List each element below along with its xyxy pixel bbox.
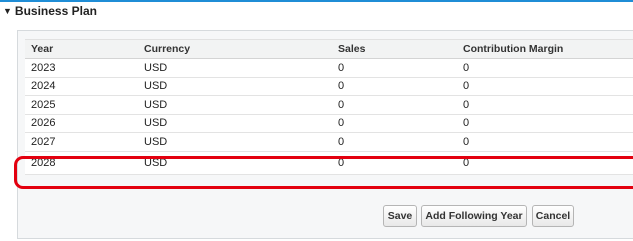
cell-year: 2026 [25, 114, 138, 133]
button-bar: Save Add Following Year Cancel [0, 205, 633, 229]
cell-currency: USD [138, 58, 332, 78]
cell-sales: 0 [332, 95, 457, 115]
cell-year: 2028 [25, 151, 138, 175]
table-row: 2023 USD 0 0 [25, 58, 633, 78]
add-following-year-button[interactable]: Add Following Year [421, 205, 527, 227]
cell-currency: USD [138, 77, 332, 96]
cell-year: 2027 [25, 132, 138, 152]
table-row: 2025 USD 0 0 [25, 95, 633, 115]
table-header-row: Year Currency Sales Contribution Margin [25, 39, 633, 59]
cell-sales: 0 [332, 114, 457, 133]
save-button[interactable]: Save [383, 205, 417, 227]
table-row: 2027 USD 0 0 [25, 132, 633, 152]
table-row: 2026 USD 0 0 [25, 114, 633, 133]
cell-contribution-margin: 0 [457, 77, 633, 96]
collapse-triangle-icon[interactable]: ▼ [3, 6, 12, 16]
cell-sales: 0 [332, 58, 457, 78]
column-header-year: Year [25, 39, 138, 59]
cell-currency: USD [138, 151, 332, 175]
section-title: Business Plan [14, 4, 97, 18]
table-row: 2024 USD 0 0 [25, 77, 633, 96]
cell-contribution-margin: 0 [457, 95, 633, 115]
cell-year: 2024 [25, 77, 138, 96]
cell-currency: USD [138, 95, 332, 115]
cell-contribution-margin: 0 [457, 151, 633, 175]
cell-year: 2025 [25, 95, 138, 115]
column-header-sales: Sales [332, 39, 457, 59]
cell-sales: 0 [332, 77, 457, 96]
cell-contribution-margin: 0 [457, 132, 633, 152]
cell-contribution-margin: 0 [457, 114, 633, 133]
column-header-contribution-margin: Contribution Margin [457, 39, 633, 59]
cell-year: 2023 [25, 58, 138, 78]
cancel-button[interactable]: Cancel [532, 205, 574, 227]
table-row-highlighted: 2028 USD 0 0 [25, 151, 633, 175]
cell-currency: USD [138, 114, 332, 133]
business-plan-table: Year Currency Sales Contribution Margin … [25, 39, 633, 175]
cell-currency: USD [138, 132, 332, 152]
column-header-currency: Currency [138, 39, 332, 59]
cell-contribution-margin: 0 [457, 58, 633, 78]
cell-sales: 0 [332, 151, 457, 175]
cell-sales: 0 [332, 132, 457, 152]
section-header: ▼ Business Plan [0, 0, 633, 20]
